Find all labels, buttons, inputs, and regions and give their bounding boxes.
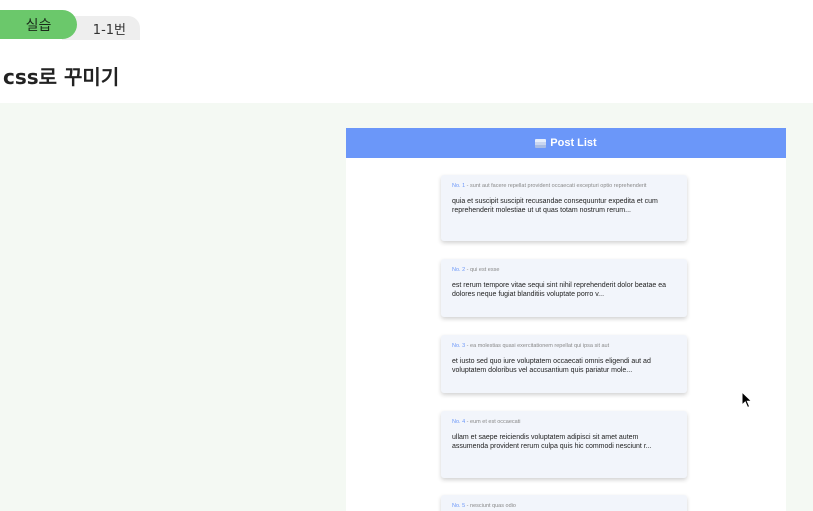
practice-tag: 실습 — [0, 10, 77, 39]
post-body: et iusto sed quo iure voluptatem occaeca… — [452, 358, 651, 374]
post-card[interactable]: No. 4 - eum et est occaecati ullam et sa… — [441, 411, 687, 478]
books-icon — [535, 138, 547, 148]
post-meta: No. 1 - sunt aut facere repellat provide… — [452, 183, 676, 190]
preview-frame[interactable]: Post List No. 1 - sunt aut facere repell… — [346, 128, 786, 511]
post-body: quia et suscipit suscipit recusandae con… — [452, 198, 658, 214]
mouse-pointer-icon — [741, 391, 753, 409]
post-card[interactable]: No. 1 - sunt aut facere repellat provide… — [441, 175, 687, 241]
post-body: est rerum tempore vitae sequi sint nihil… — [452, 282, 667, 298]
post-title: - eum et est occaecati — [465, 419, 521, 425]
post-card[interactable]: No. 5 - nesciunt quas odio — [441, 495, 687, 511]
post-number: No. 3 — [452, 343, 466, 349]
post-card[interactable]: No. 2 - qui est esse est rerum tempore v… — [441, 259, 687, 317]
post-meta: No. 4 - eum et est occaecati — [452, 419, 676, 426]
post-number: No. 4 — [452, 419, 466, 425]
post-meta: No. 5 - nesciunt quas odio — [452, 503, 676, 510]
page-title: css로 꾸미기 — [3, 65, 120, 89]
post-number: No. 2 — [452, 267, 466, 273]
post-list-title: Post List — [550, 137, 597, 149]
post-list-header: Post List — [346, 128, 786, 158]
post-card[interactable]: No. 3 - ea molestias quasi exercitatione… — [441, 335, 687, 393]
post-meta: No. 3 - ea molestias quasi exercitatione… — [452, 343, 676, 350]
demo-area: Post List No. 1 - sunt aut facere repell… — [0, 103, 813, 511]
post-number: No. 5 — [452, 503, 466, 509]
post-body: ullam et saepe reiciendis voluptatem adi… — [452, 434, 652, 450]
post-number: No. 1 — [452, 183, 466, 189]
post-title: - ea molestias quasi exercitationem repe… — [465, 343, 610, 349]
post-title: - nesciunt quas odio — [465, 503, 516, 509]
post-title: - sunt aut facere repellat provident occ… — [465, 183, 647, 189]
post-meta: No. 2 - qui est esse — [452, 267, 676, 274]
post-title: - qui est esse — [465, 267, 500, 273]
